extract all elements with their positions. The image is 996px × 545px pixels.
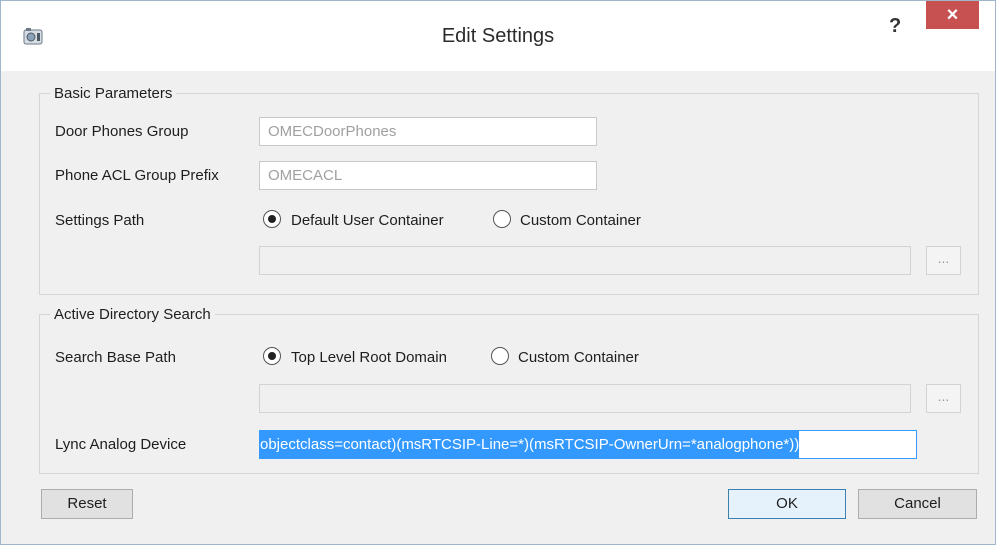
ok-button[interactable]: OK xyxy=(728,489,846,519)
settings-path-label: Settings Path xyxy=(55,212,145,229)
cancel-button[interactable]: Cancel xyxy=(858,489,977,519)
lync-analog-device-label: Lync Analog Device xyxy=(55,436,187,453)
lync-analog-device-value: objectclass=contact)(msRTCSIP-Line=*)(ms… xyxy=(260,431,800,458)
search-container-path-input[interactable] xyxy=(259,384,911,413)
radio-top-level-root-domain[interactable] xyxy=(263,347,281,365)
dialog-content: Basic Parameters Door Phones Group OMECD… xyxy=(1,71,995,544)
window-title: Edit Settings xyxy=(441,25,555,47)
radio-custom-container-label[interactable]: Custom Container xyxy=(520,212,641,229)
settings-container-path-input[interactable] xyxy=(259,246,911,275)
close-button[interactable]: × xyxy=(926,1,979,29)
search-base-path-label: Search Base Path xyxy=(55,349,176,366)
basic-parameters-legend: Basic Parameters xyxy=(54,85,173,102)
radio-custom-container[interactable] xyxy=(493,210,511,228)
active-directory-search-legend: Active Directory Search xyxy=(54,306,211,323)
radio-search-custom-container[interactable] xyxy=(491,347,509,365)
acl-prefix-label: Phone ACL Group Prefix xyxy=(55,167,219,184)
door-phones-group-input[interactable]: OMECDoorPhones xyxy=(259,117,597,146)
close-icon: × xyxy=(946,4,959,26)
radio-search-custom-container-label[interactable]: Custom Container xyxy=(518,349,639,366)
door-phones-group-label: Door Phones Group xyxy=(55,123,189,140)
acl-prefix-input[interactable]: OMECACL xyxy=(259,161,597,190)
search-browse-button[interactable]: ... xyxy=(926,384,961,413)
help-button[interactable]: ? xyxy=(889,15,901,38)
radio-default-user-container-label[interactable]: Default User Container xyxy=(291,212,444,229)
settings-browse-button[interactable]: ... xyxy=(926,246,961,275)
lync-analog-device-input[interactable]: objectclass=contact)(msRTCSIP-Line=*)(ms… xyxy=(259,430,917,459)
edit-settings-dialog: Edit Settings ? × Basic Parameters Door … xyxy=(0,0,996,545)
radio-default-user-container[interactable] xyxy=(263,210,281,228)
radio-top-level-root-domain-label[interactable]: Top Level Root Domain xyxy=(291,349,447,366)
reset-button[interactable]: Reset xyxy=(41,489,133,519)
title-bar[interactable]: Edit Settings ? × xyxy=(1,1,995,71)
